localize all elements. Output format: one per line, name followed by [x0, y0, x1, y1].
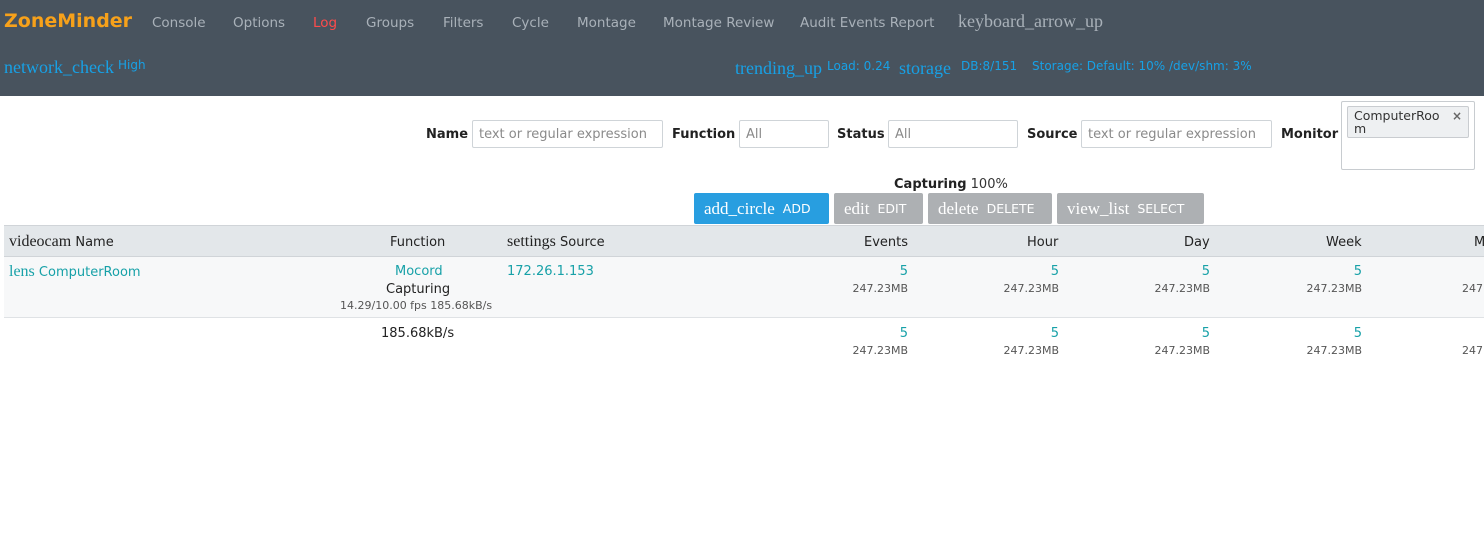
month-size: 247. — [1462, 282, 1484, 295]
status-filter-label: Status — [837, 127, 885, 142]
view-list-icon: view_list — [1067, 198, 1130, 218]
monitor-source-link[interactable]: 172.26.1.153 — [507, 264, 594, 279]
day-size: 247.23MB — [1154, 282, 1210, 295]
events-count-link[interactable]: 5 — [900, 264, 908, 279]
name-header-label: Name — [75, 235, 114, 250]
day-column-header[interactable]: Day — [1184, 235, 1210, 250]
select-button[interactable]: view_list SELECT — [1057, 193, 1204, 224]
table-row: lens ComputerRoom Mocord Capturing 14.29… — [4, 257, 1484, 318]
events-column-header[interactable]: Events — [864, 235, 908, 250]
total-week-size: 247.23MB — [1306, 344, 1362, 357]
brand-logo[interactable]: ZoneMinder — [4, 10, 132, 32]
week-size: 247.23MB — [1306, 282, 1362, 295]
week-column-header[interactable]: Week — [1326, 235, 1362, 250]
monitor-filter-label: Monitor — [1281, 127, 1339, 142]
delete-icon: delete — [938, 198, 979, 218]
delete-button[interactable]: delete DELETE — [928, 193, 1052, 224]
events-size: 247.23MB — [852, 282, 908, 295]
source-filter-input[interactable] — [1081, 120, 1272, 148]
nav-options[interactable]: Options — [233, 15, 285, 31]
bandwidth-level-link[interactable]: High — [118, 58, 146, 72]
name-filter-input[interactable] — [472, 120, 663, 148]
hour-column-header[interactable]: Hour — [1027, 235, 1058, 250]
capturing-percent: 100% — [970, 177, 1008, 192]
nav-console[interactable]: Console — [152, 15, 206, 31]
source-filter-label: Source — [1027, 127, 1078, 142]
capturing-label: Capturing — [894, 177, 967, 192]
monitor-name-cell[interactable]: lens ComputerRoom — [9, 263, 141, 281]
month-column-header[interactable]: M — [1474, 235, 1484, 250]
edit-icon: edit — [844, 198, 870, 218]
total-bandwidth: 185.68kB/s — [381, 326, 455, 341]
top-navbar: ZoneMinder Console Options Log Groups Fi… — [0, 0, 1484, 96]
nav-filters[interactable]: Filters — [443, 15, 483, 31]
db-connections: DB:8/151 — [961, 59, 1018, 73]
monitor-filter-select[interactable]: ComputerRoom × — [1341, 101, 1475, 170]
monitor-name-link[interactable]: ComputerRoom — [39, 265, 141, 280]
nav-montage[interactable]: Montage — [577, 15, 636, 31]
nav-cycle[interactable]: Cycle — [512, 15, 549, 31]
total-month-size: 247. — [1462, 344, 1484, 357]
monitor-chip: ComputerRoom × — [1347, 106, 1469, 138]
keyboard-arrow-up-icon[interactable]: keyboard_arrow_up — [958, 11, 1103, 32]
remove-chip-icon[interactable]: × — [1452, 110, 1462, 123]
table-totals-row: 185.68kB/s 5 247.23MB 5 247.23MB 5 247.2… — [4, 318, 1484, 368]
total-hour-size: 247.23MB — [1003, 344, 1059, 357]
function-column-header[interactable]: Function — [390, 235, 445, 250]
edit-button-label: EDIT — [877, 201, 907, 216]
name-column-header[interactable]: videocam Name — [9, 233, 114, 251]
nav-audit-events-report[interactable]: Audit Events Report — [800, 15, 934, 31]
hour-size: 247.23MB — [1003, 282, 1059, 295]
storage-usage: Storage: Default: 10% /dev/shm: 3% — [1032, 59, 1252, 73]
lens-icon: lens — [9, 263, 35, 280]
function-filter-label: Function — [672, 127, 736, 142]
status-filter-select[interactable] — [888, 120, 1018, 148]
nav-log[interactable]: Log — [313, 15, 337, 31]
network-check-icon: network_check — [4, 57, 114, 77]
total-events-size: 247.23MB — [852, 344, 908, 357]
monitor-table-header: videocam Name Function settings Source E… — [4, 225, 1484, 257]
hour-count-link[interactable]: 5 — [1051, 264, 1059, 279]
settings-icon: settings — [507, 233, 556, 250]
delete-button-label: DELETE — [986, 201, 1035, 216]
total-hour-link[interactable]: 5 — [1051, 326, 1059, 341]
source-column-header[interactable]: settings Source — [507, 233, 605, 251]
select-button-label: SELECT — [1137, 201, 1185, 216]
add-button-label: ADD — [782, 201, 811, 216]
videocam-icon: videocam — [9, 233, 72, 250]
day-count-link[interactable]: 5 — [1202, 264, 1210, 279]
monitor-chip-label: ComputerRoom — [1354, 108, 1440, 136]
week-count-link[interactable]: 5 — [1354, 264, 1362, 279]
storage-icon: storage — [899, 58, 951, 78]
source-header-label: Source — [560, 235, 605, 250]
nav-montage-review[interactable]: Montage Review — [663, 15, 774, 31]
function-filter-select[interactable] — [739, 120, 829, 148]
total-day-link[interactable]: 5 — [1202, 326, 1210, 341]
edit-button[interactable]: edit EDIT — [834, 193, 923, 224]
system-load: Load: 0.24 — [827, 59, 891, 73]
total-day-size: 247.23MB — [1154, 344, 1210, 357]
capturing-summary: Capturing 100% — [894, 177, 1008, 192]
add-circle-icon: add_circle — [704, 198, 775, 218]
monitor-fps-stats: 14.29/10.00 fps 185.68kB/s — [340, 299, 493, 312]
total-week-link[interactable]: 5 — [1354, 326, 1362, 341]
total-events-link[interactable]: 5 — [900, 326, 908, 341]
monitor-function-link[interactable]: Mocord — [395, 264, 443, 279]
name-filter-label: Name — [426, 127, 469, 142]
nav-groups[interactable]: Groups — [366, 15, 414, 31]
monitor-status: Capturing — [386, 282, 451, 297]
trending-up-icon: trending_up — [735, 58, 822, 78]
add-monitor-button[interactable]: add_circle ADD — [694, 193, 829, 224]
